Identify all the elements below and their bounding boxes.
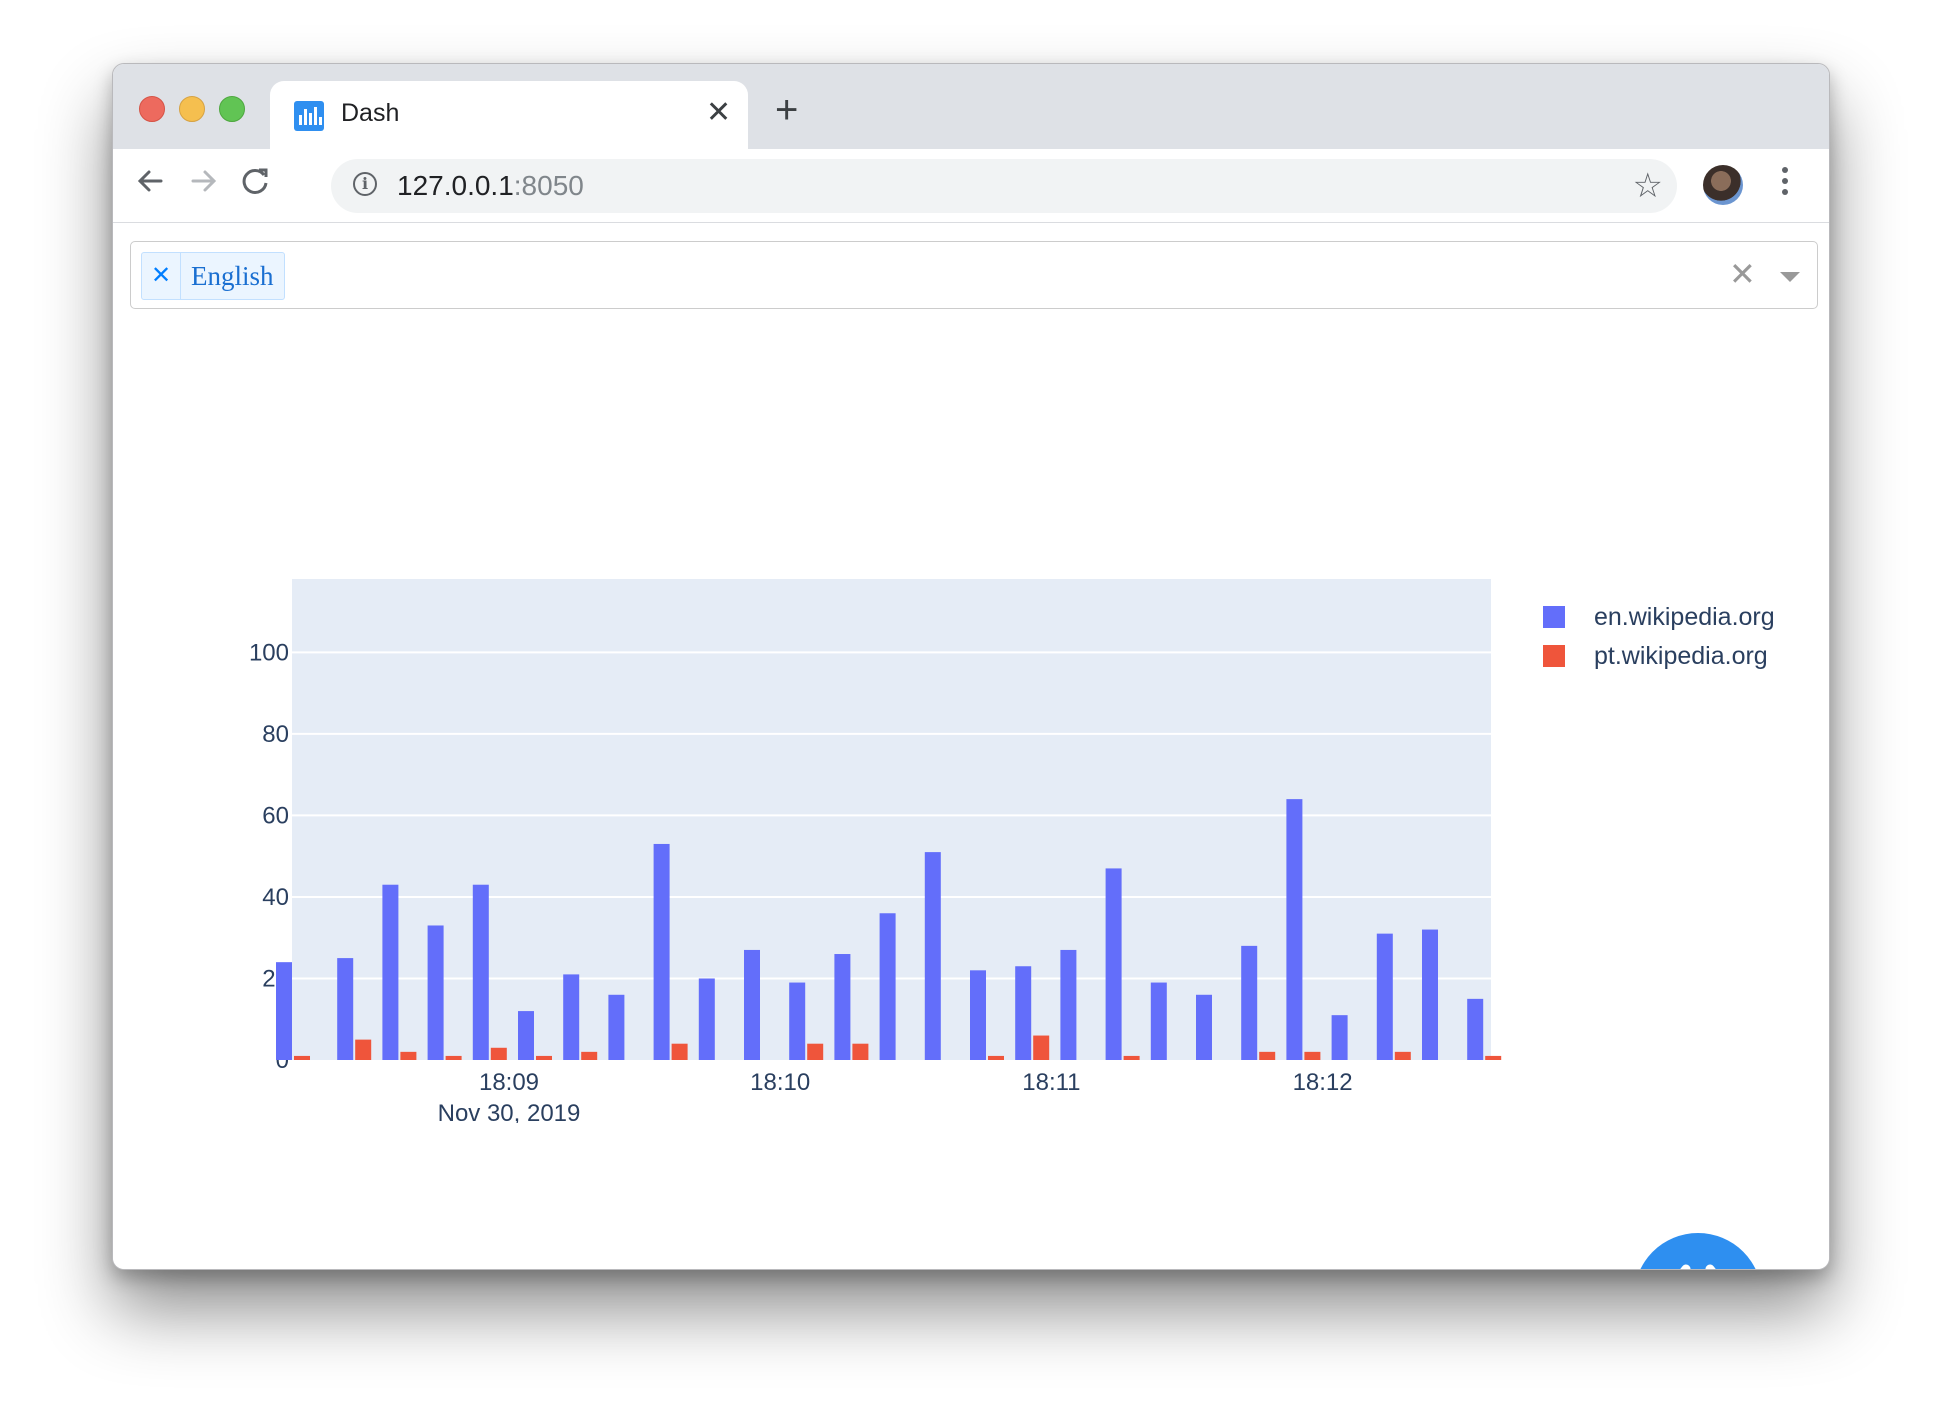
- legend-swatch: [1543, 645, 1565, 667]
- close-window-button[interactable]: [139, 96, 165, 122]
- bar-en: [1241, 945, 1258, 1060]
- y-tick-label: 80: [262, 721, 289, 748]
- info-icon[interactable]: i: [353, 172, 377, 196]
- bar-en: [1331, 1015, 1348, 1060]
- bar-en: [518, 1011, 534, 1060]
- y-tick-label: 60: [262, 802, 289, 829]
- bar-en: [563, 974, 580, 1060]
- avatar[interactable]: [1703, 165, 1743, 205]
- bar-en: [608, 994, 625, 1060]
- y-tick-label: 40: [262, 884, 289, 911]
- code-icon: [1680, 1264, 1716, 1269]
- menu-icon[interactable]: [1781, 167, 1789, 205]
- bar-en: [1422, 929, 1438, 1060]
- bar-chart: 02040608010018:09Nov 30, 201918:10 18:11 1…: [249, 579, 1775, 1123]
- bar-en: [472, 884, 489, 1060]
- bar-pt: [1033, 1035, 1050, 1060]
- bar-en: [1150, 982, 1167, 1060]
- bar-en: [698, 978, 715, 1060]
- bar-en: [382, 884, 399, 1060]
- bar-en: [970, 970, 986, 1060]
- bar-en: [1286, 799, 1303, 1060]
- url-host: 127.0.0.1: [397, 170, 514, 201]
- new-tab-plus-icon[interactable]: +: [775, 90, 798, 130]
- bar-pt: [581, 1051, 598, 1060]
- bar-pt: [445, 1055, 462, 1060]
- y-tick-label: 100: [249, 639, 289, 666]
- x-tick-label: 18:10: [750, 1069, 810, 1096]
- bar-en: [427, 925, 444, 1060]
- browser-window: Dash ✕ + i 127.0.0.1:8050 ☆ ✕ English ✕ …: [112, 63, 1830, 1270]
- browser-toolbar: i 127.0.0.1:8050 ☆: [113, 149, 1829, 223]
- bar-en: [1060, 949, 1077, 1060]
- bar-pt: [988, 1055, 1004, 1060]
- bar-pt: [490, 1047, 507, 1060]
- bar-en: [276, 962, 292, 1060]
- url-port: :8050: [513, 170, 584, 201]
- bar-pt: [671, 1043, 688, 1060]
- bar-pt: [355, 1039, 372, 1060]
- bar-en: [744, 949, 760, 1060]
- tab-title: Dash: [341, 99, 400, 127]
- x-tick-label: 18:12: [1293, 1069, 1353, 1096]
- dash-favicon-icon: [294, 101, 324, 131]
- address-bar[interactable]: i 127.0.0.1:8050 ☆: [331, 159, 1677, 213]
- minimize-window-button[interactable]: [179, 96, 205, 122]
- tab-close-icon[interactable]: ✕: [706, 93, 731, 133]
- bar-en: [789, 982, 806, 1060]
- bar-pt: [807, 1043, 824, 1060]
- x-date-label: Nov 30, 2019: [438, 1100, 581, 1123]
- bar-pt: [852, 1043, 869, 1060]
- back-arrow-icon[interactable]: [131, 161, 171, 201]
- x-tick-label: 18:09: [479, 1069, 539, 1096]
- legend-label: pt.wikipedia.org: [1594, 642, 1768, 670]
- bar-pt: [1259, 1051, 1276, 1060]
- tab-dash[interactable]: Dash ✕: [270, 81, 748, 149]
- reload-icon[interactable]: [235, 161, 275, 201]
- legend-label: en.wikipedia.org: [1594, 603, 1775, 631]
- code-toggle-button[interactable]: [1634, 1233, 1762, 1269]
- bar-en: [924, 852, 941, 1060]
- forward-arrow-icon[interactable]: [183, 161, 223, 201]
- tab-strip: Dash ✕ +: [113, 64, 1829, 149]
- bar-en: [1376, 933, 1393, 1060]
- star-icon[interactable]: ☆: [1633, 167, 1663, 205]
- bar-en: [1015, 966, 1032, 1060]
- bar-pt: [1123, 1055, 1140, 1060]
- bar-en: [1105, 868, 1122, 1060]
- bar-pt: [536, 1055, 552, 1060]
- bar-pt: [294, 1055, 310, 1060]
- zoom-window-button[interactable]: [219, 96, 245, 122]
- bar-pt: [400, 1051, 417, 1060]
- bar-pt: [1485, 1055, 1502, 1060]
- legend-swatch: [1543, 606, 1565, 628]
- bar-en: [1196, 994, 1212, 1060]
- page-content: ✕ English ✕ 0 20 40 60 80 100 18:09 Nov 30, 201…: [113, 223, 1829, 1269]
- x-tick-label: 18:11: [1022, 1069, 1080, 1096]
- bar-en: [879, 913, 896, 1060]
- bar-en: [653, 843, 670, 1060]
- bar-pt: [1304, 1051, 1321, 1060]
- bar-en: [834, 954, 851, 1060]
- bar-en: [1467, 998, 1484, 1060]
- bar-en: [337, 958, 354, 1060]
- bar-pt: [1394, 1051, 1411, 1060]
- url-text: 127.0.0.1:8050: [397, 170, 584, 202]
